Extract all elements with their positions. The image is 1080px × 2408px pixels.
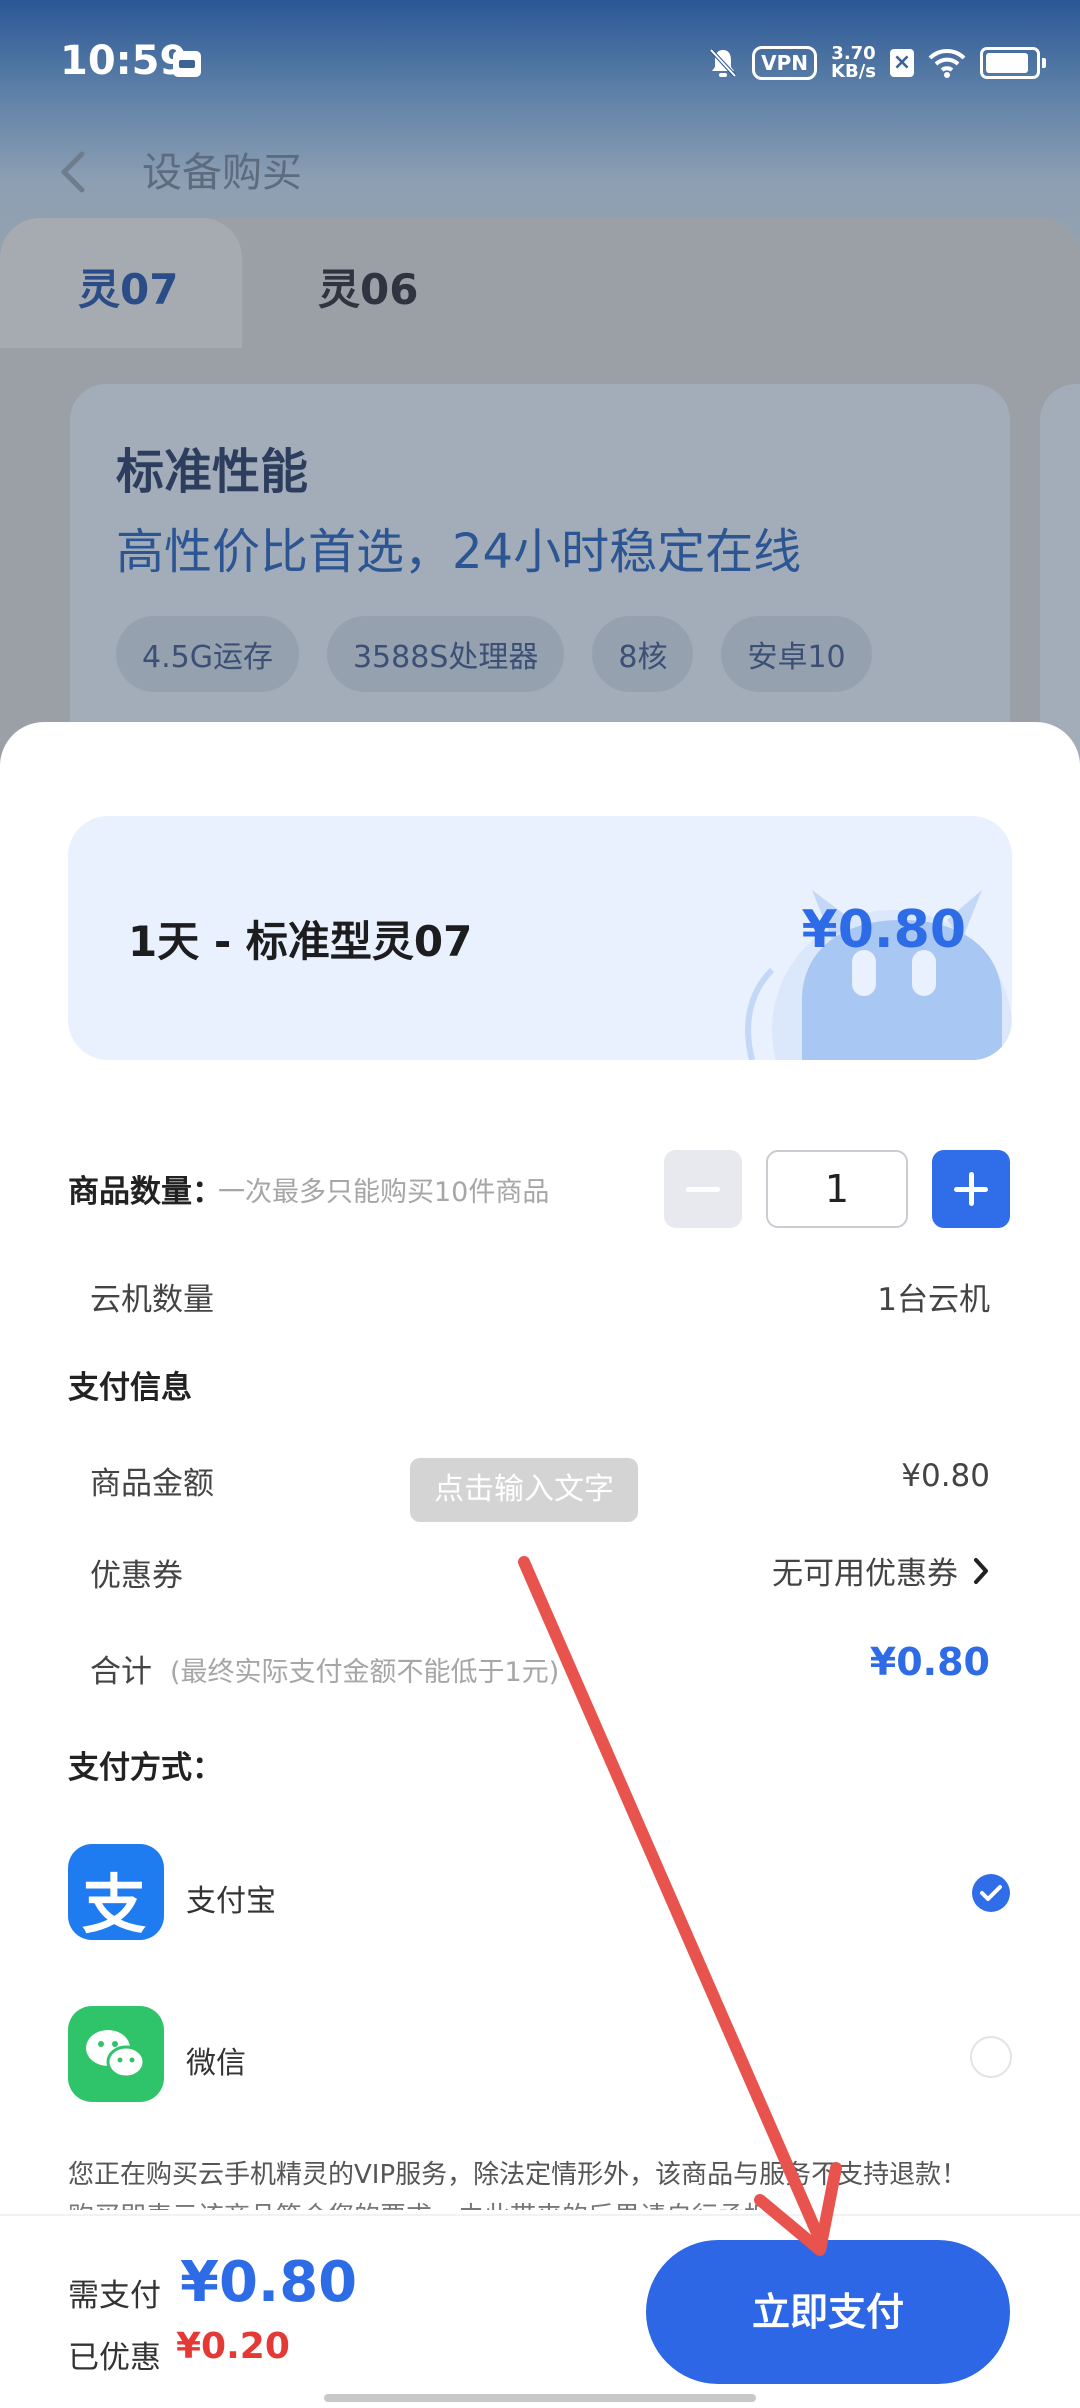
- page-title: 设备购买: [142, 150, 302, 196]
- coupon-label: 优惠券: [90, 1558, 183, 1594]
- need-pay-label: 需支付: [68, 2278, 161, 2314]
- product-summary-card: 1天 - 标准型灵07 ¥0.80: [68, 816, 1012, 1060]
- discount-label: 已优惠: [68, 2340, 161, 2376]
- coupon-selector[interactable]: 无可用优惠券: [772, 1548, 990, 1593]
- spec-chip-cores: 8核: [592, 616, 694, 692]
- calendar-notification-icon: [173, 51, 201, 77]
- plan-spec-chips: 4.5G运存 3588S处理器 8核 安卓10: [116, 616, 872, 692]
- total-label: 合计: [90, 1654, 152, 1690]
- coupon-value: 无可用优惠券: [772, 1556, 958, 1592]
- cloud-count-value: 1台云机: [877, 1282, 990, 1318]
- need-pay-value: ¥0.80: [180, 2250, 358, 2315]
- plan-subtitle: 高性价比首选，24小时稳定在线: [116, 524, 802, 580]
- discount-value: ¥0.20: [176, 2326, 290, 2367]
- footer-divider: [0, 2214, 1080, 2216]
- payment-info-title: 支付信息: [68, 1370, 192, 1406]
- cloud-count-label: 云机数量: [90, 1282, 214, 1318]
- refund-notice-cut: 购买即表示该商品符合您的要求，由此带来的后果请自行承担: [68, 2196, 1008, 2210]
- status-time: 10:59: [60, 38, 188, 84]
- tab-ling06[interactable]: 灵06: [318, 256, 418, 317]
- purchase-sheet: 1天 - 标准型灵07 ¥0.80 商品数量： 一次最多只能购买10件商品 1 …: [0, 722, 1080, 2408]
- total-note: (最终实际支付金额不能低于1元): [170, 1657, 560, 1688]
- spec-chip-android: 安卓10: [721, 616, 872, 692]
- status-bar: 10:59 VPN 3.70 KB/s ×: [0, 0, 1080, 120]
- quantity-hint: 一次最多只能购买10件商品: [218, 1177, 550, 1208]
- wechat-icon: [68, 2006, 164, 2102]
- status-icons: VPN 3.70 KB/s ×: [708, 40, 1046, 86]
- wifi-icon: [928, 48, 966, 78]
- alipay-icon: 支: [68, 1844, 164, 1943]
- quantity-decrease-button[interactable]: [664, 1150, 742, 1228]
- spec-chip-cpu: 3588S处理器: [326, 616, 565, 692]
- checkmark-icon: [980, 1885, 1002, 1901]
- wechat-label: 微信: [186, 2046, 246, 2081]
- home-indicator[interactable]: [324, 2394, 756, 2402]
- total-value: ¥0.80: [869, 1640, 990, 1684]
- vpn-badge: VPN: [752, 46, 818, 80]
- alipay-radio-checked[interactable]: [972, 1874, 1010, 1912]
- product-title: 1天 - 标准型灵07: [128, 917, 473, 966]
- amount-value: ¥0.80: [901, 1458, 990, 1494]
- tab-ling07[interactable]: 灵07: [78, 256, 178, 317]
- no-sim-icon: ×: [890, 49, 914, 77]
- product-price: ¥0.80: [801, 900, 966, 960]
- battery-icon: [980, 47, 1046, 79]
- chevron-right-icon: [974, 1557, 988, 1584]
- quantity-input[interactable]: 1: [766, 1150, 908, 1228]
- network-speed: 3.70 KB/s: [831, 43, 876, 82]
- pay-now-button[interactable]: 立即支付: [646, 2240, 1010, 2384]
- plan-title: 标准性能: [116, 444, 309, 500]
- alipay-label: 支付宝: [186, 1884, 276, 1919]
- spec-chip-ram: 4.5G运存: [116, 616, 299, 692]
- pay-methods-title: 支付方式：: [68, 1750, 223, 1786]
- back-arrow-icon[interactable]: [54, 142, 94, 202]
- quantity-label: 商品数量：: [68, 1174, 223, 1210]
- quantity-increase-button[interactable]: [932, 1150, 1010, 1228]
- amount-label: 商品金额: [90, 1466, 214, 1502]
- mute-bell-icon: [709, 48, 737, 78]
- wechat-radio-unchecked[interactable]: [970, 2036, 1012, 2078]
- nav-bar: 设备购买: [0, 120, 1080, 220]
- text-input-tooltip[interactable]: 点击输入文字: [410, 1458, 638, 1522]
